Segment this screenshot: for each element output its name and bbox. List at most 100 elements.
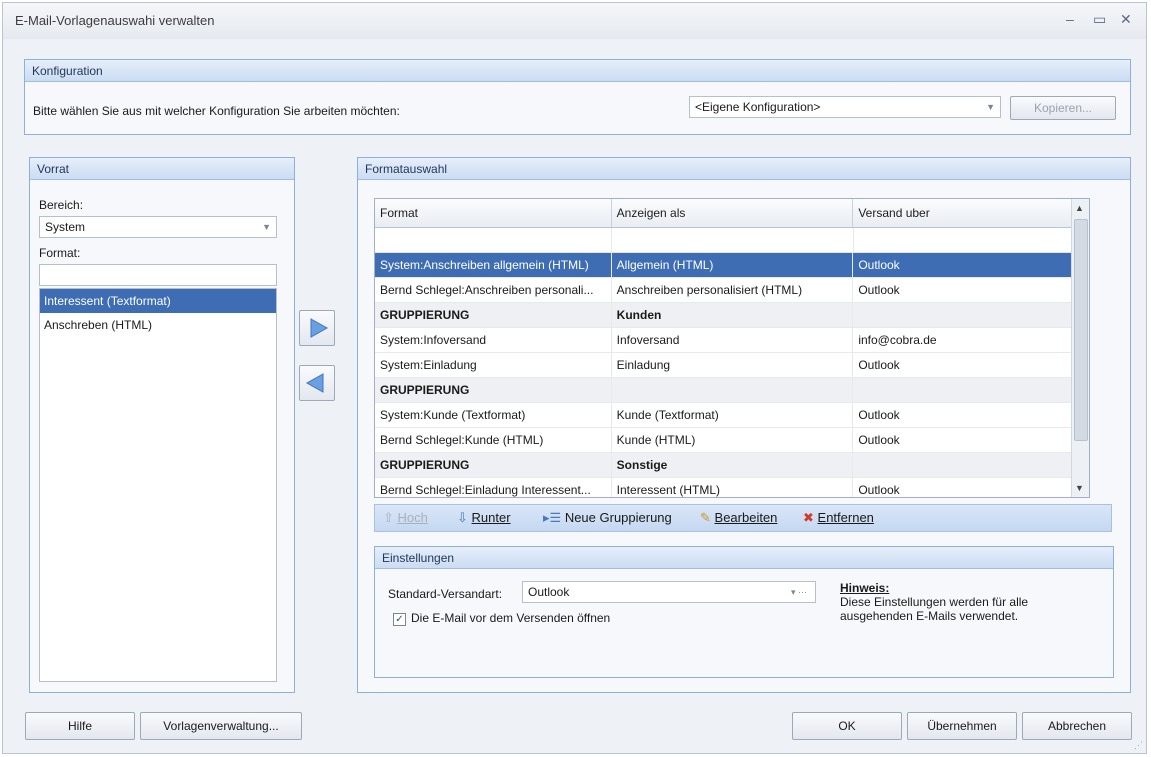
cell-format: System:Infoversand (375, 328, 612, 352)
column-header-anzeigen[interactable]: Anzeigen als (612, 199, 854, 227)
table-row[interactable]: Bernd Schlegel:Einladung Interessent... I… (375, 478, 1089, 497)
vorrat-group: Vorrat Bereich: System ▼ Format: Interes… (29, 157, 295, 693)
versandart-value: Outlook (528, 585, 570, 599)
remove-button[interactable]: ✖ Entfernen (803, 510, 874, 526)
arrow-left-icon (305, 373, 324, 393)
format-filter-input[interactable] (39, 264, 277, 286)
list-item[interactable]: Interessent (Textformat) (40, 289, 276, 313)
bereich-select[interactable]: System ▼ (39, 216, 277, 238)
vorrat-list[interactable]: Interessent (Textformat) Anschreben (HTM… (39, 288, 277, 682)
scroll-down-icon[interactable]: ▼ (1075, 483, 1084, 493)
table-row[interactable]: System:Infoversand Infoversand info@cobra.… (375, 328, 1089, 353)
template-manager-button[interactable]: Vorlagenverwaltung... (140, 712, 302, 740)
cell-versand: Outlook (853, 403, 1089, 427)
new-group-label: Neue Gruppierung (564, 510, 672, 525)
cell-versand: Outlook (853, 253, 1089, 277)
cell-anzeigen: Allgemein (HTML) (612, 253, 854, 277)
remove-label: Entfernen (817, 510, 874, 525)
list-item[interactable]: Anschreben (HTML) (40, 313, 276, 337)
apply-button[interactable]: Übernehmen (907, 712, 1017, 740)
arrow-down-icon: ⇩ (457, 510, 468, 525)
cell-format: System:Anschreiben allgemein (HTML) (375, 253, 612, 277)
scrollbar-thumb[interactable] (1074, 219, 1088, 441)
cell-anzeigen: Infoversand (612, 328, 854, 352)
close-icon[interactable]: ✕ (1120, 11, 1132, 28)
column-header-format[interactable]: Format (375, 199, 612, 227)
grid-filter-row[interactable] (375, 228, 1089, 253)
grid-header: Format Anzeigen als Versand uber (375, 199, 1089, 228)
grid-scrollbar[interactable]: ▲ ▼ (1071, 199, 1089, 497)
edit-label: Bearbeiten (714, 510, 778, 525)
scroll-up-icon[interactable]: ▲ (1075, 203, 1084, 213)
grid-rows: System:Anschreiben allgemein (HTML) Allge… (375, 253, 1089, 497)
cell-versand: Outlook (853, 278, 1089, 302)
cell-versand: Outlook (853, 428, 1089, 452)
ellipsis-icon[interactable]: ▾ ··· (791, 582, 807, 602)
hint-text-line-1: Diese Einstellungen werden für alle (840, 595, 1029, 609)
table-row[interactable]: Bernd Schlegel:Kunde (HTML) Kunde (HTML) O… (375, 428, 1089, 453)
group-row[interactable]: GRUPPIERUNG (375, 378, 1089, 403)
open-email-label: Die E-Mail vor dem Versenden öffnen (411, 611, 611, 625)
formatauswahl-group-title: Formatauswahl (358, 158, 1130, 180)
cell-anzeigen: Kunden (612, 303, 854, 327)
cell-format: System:Einladung (375, 353, 612, 377)
group-row[interactable]: GRUPPIERUNG Sonstige (375, 453, 1089, 478)
cell-versand: Outlook (853, 353, 1089, 377)
cell-format: Bernd Schlegel:Einladung Interessent... (375, 478, 612, 497)
cell-anzeigen: Sonstige (612, 453, 854, 477)
move-down-button[interactable]: ⇩ Runter (457, 510, 511, 526)
new-group-icon: ▸☰ (543, 510, 562, 525)
move-up-label: Hoch (397, 510, 428, 525)
cell-format: GRUPPIERUNG (375, 303, 612, 327)
hint-title: Hinweis: (840, 581, 890, 595)
cell-format: GRUPPIERUNG (375, 378, 612, 402)
cancel-button[interactable]: Abbrechen (1022, 712, 1132, 740)
config-prompt: Bitte wählen Sie aus mit welcher Konfigu… (33, 104, 400, 118)
new-group-button[interactable]: ▸☰ Neue Gruppierung (543, 510, 672, 526)
resize-grip-icon[interactable]: ⋰ (1134, 740, 1143, 751)
cell-versand (853, 303, 1089, 327)
vorrat-group-title: Vorrat (30, 158, 294, 180)
edit-icon: ✎ (700, 510, 711, 525)
arrow-right-icon (310, 318, 329, 338)
versandart-label: Standard-Versandart: (388, 587, 503, 601)
edit-button[interactable]: ✎ Bearbeiten (700, 510, 777, 526)
format-grid[interactable]: Format Anzeigen als Versand uber System:… (374, 198, 1090, 498)
cell-anzeigen: Kunde (HTML) (612, 428, 854, 452)
remove-from-selection-button[interactable] (299, 365, 335, 401)
window-title: E-Mail-Vorlagenauswahi verwalten (15, 13, 215, 28)
maximize-icon[interactable]: ▭ (1093, 11, 1106, 28)
dialog-window: E-Mail-Vorlagenauswahi verwalten – ▭ ✕ K… (2, 2, 1147, 754)
help-button[interactable]: Hilfe (25, 712, 135, 740)
cell-format: GRUPPIERUNG (375, 453, 612, 477)
grid-toolbar: ⇧ Hoch ⇩ Runter ▸☰ Neue Gruppierung ✎ Be… (374, 504, 1112, 532)
formatauswahl-group: Formatauswahl Format Anzeigen als Versan… (357, 157, 1131, 693)
column-header-versand[interactable]: Versand uber (853, 199, 1089, 227)
delete-icon: ✖ (803, 510, 814, 525)
add-to-selection-button[interactable] (299, 310, 335, 346)
open-email-checkbox[interactable]: ✓ (393, 613, 406, 626)
cell-versand (853, 378, 1089, 402)
table-row[interactable]: System:Kunde (Textformat) Kunde (Textform… (375, 403, 1089, 428)
minimize-icon[interactable]: – (1066, 11, 1074, 27)
move-up-button[interactable]: ⇧ Hoch (383, 510, 428, 526)
ok-button[interactable]: OK (792, 712, 902, 740)
versandart-select[interactable]: Outlook ▾ ··· (522, 581, 816, 603)
move-down-label: Runter (471, 510, 511, 525)
config-group-title: Konfiguration (25, 60, 1130, 82)
config-group: Konfiguration Bitte wählen Sie aus mit w… (24, 59, 1131, 135)
table-row[interactable]: System:Einladung Einladung Outlook (375, 353, 1089, 378)
hint-text-line-2: ausgehenden E-Mails verwendet. (840, 609, 1019, 623)
arrow-up-icon: ⇧ (383, 510, 394, 525)
chevron-down-icon: ▼ (262, 222, 271, 232)
config-select[interactable]: <Eigene Konfiguration> ▼ (689, 96, 1001, 118)
title-bar[interactable]: E-Mail-Vorlagenauswahi verwalten – ▭ ✕ (3, 3, 1146, 39)
group-row[interactable]: GRUPPIERUNG Kunden (375, 303, 1089, 328)
cell-format: Bernd Schlegel:Anschreiben personali... (375, 278, 612, 302)
table-row[interactable]: System:Anschreiben allgemein (HTML) Allge… (375, 253, 1089, 278)
table-row[interactable]: Bernd Schlegel:Anschreiben personali... A… (375, 278, 1089, 303)
cell-anzeigen: Kunde (Textformat) (612, 403, 854, 427)
config-select-value: <Eigene Konfiguration> (695, 100, 821, 114)
copy-button[interactable]: Kopieren... (1010, 96, 1116, 120)
cell-versand: Outlook (853, 478, 1089, 497)
